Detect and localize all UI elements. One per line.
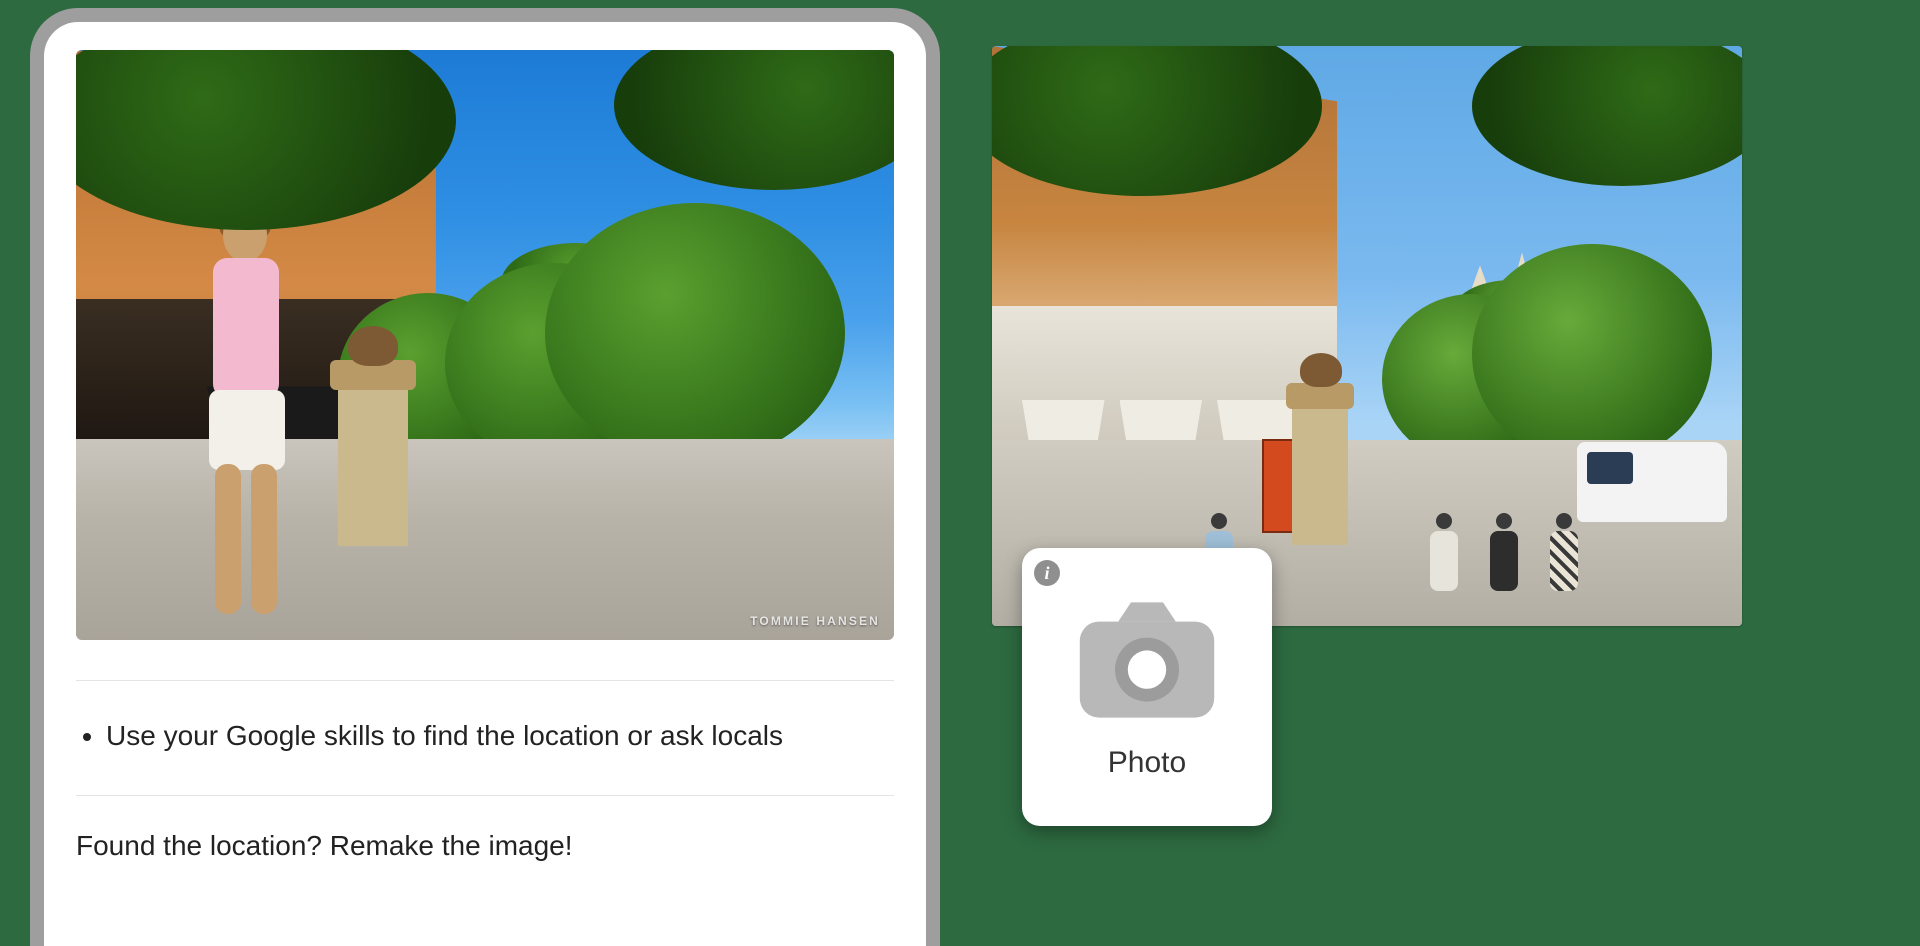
reference-photo: TOMMIE HANSEN [76,50,894,640]
divider [76,680,894,681]
scene-foliage [1472,46,1742,186]
user-photo [992,46,1742,626]
photo-upload-widget[interactable]: Photo [1022,548,1272,826]
photo-watermark: TOMMIE HANSEN [750,614,880,628]
scene-tree [1472,244,1712,464]
scene-pedestrian [1547,513,1581,591]
scene-pedestrian [1427,513,1461,591]
camera-icon [1067,580,1227,740]
scene-foliage [614,50,894,190]
scene-van [1577,442,1727,522]
instruction-item: Use your Google skills to find the locat… [106,717,894,755]
scene-person [191,208,301,628]
scene-pedestrian [1487,513,1521,591]
scene-statue-pedestal [1292,405,1348,545]
challenge-prompt: Found the location? Remake the image! [76,830,894,862]
scene-awning [1022,400,1105,441]
scene-statue-pedestal [338,386,408,546]
scene-tree [545,203,845,463]
divider [76,795,894,796]
info-icon[interactable] [1034,560,1060,586]
widget-label: Photo [1108,746,1186,780]
scene-awning [1120,400,1203,441]
challenge-card: TOMMIE HANSEN Use your Google skills to … [30,8,940,946]
instruction-list: Use your Google skills to find the locat… [76,717,894,755]
